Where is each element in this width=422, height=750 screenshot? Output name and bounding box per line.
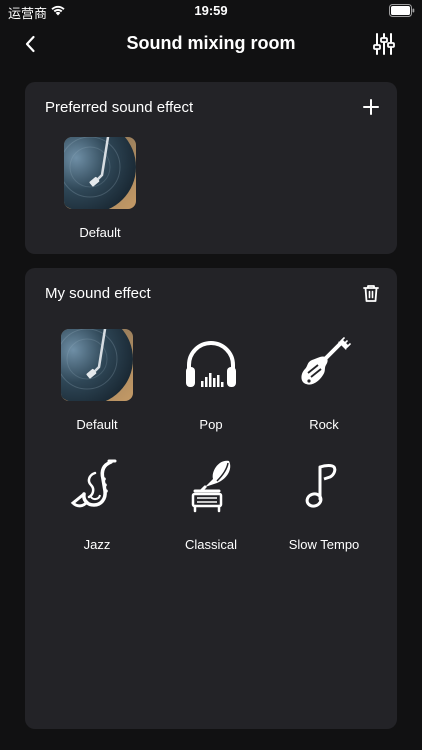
equalizer-sliders-icon [373,33,395,55]
my-sound-effect-card: My sound effect Default Pop Rock Jazz Cl… [25,268,397,729]
my-effect-classical[interactable]: Classical [156,449,266,559]
my-effect-rock[interactable]: Rock [269,329,379,439]
preferred-section-title: Preferred sound effect [45,99,194,116]
effect-label: Rock [309,417,339,432]
electric-guitar-icon [301,337,351,385]
effect-label: Default [79,225,121,240]
page-title: Sound mixing room [126,33,296,53]
effect-label: Slow Tempo [288,537,360,552]
status-bar: 运营商 19:59 [0,0,422,22]
preferred-sound-effect-card: Preferred sound effect Default [25,82,397,254]
music-note-icon [305,464,337,508]
effect-label: Default [76,417,118,432]
my-effect-pop[interactable]: Pop [156,329,266,439]
equalizer-settings-button[interactable] [368,30,400,58]
my-effect-slow-tempo[interactable]: Slow Tempo [269,449,379,559]
saxophone-icon [70,459,117,508]
gramophone-icon [191,460,231,513]
headphones-icon [186,341,236,387]
turntable-record-thumbnail [64,137,136,209]
effect-label: Classical [184,537,237,552]
my-effect-jazz[interactable]: Jazz [42,449,152,559]
trash-icon [363,285,379,302]
effect-label: Pop [199,417,223,432]
turntable-record-thumbnail [61,329,133,401]
nav-bar: Sound mixing room [0,22,422,66]
my-section-title: My sound effect [45,285,151,302]
clock-time: 19:59 [194,3,228,18]
preferred-effect-default[interactable]: Default [45,137,155,247]
effect-label: Jazz [83,537,111,552]
add-sound-effect-button[interactable] [359,95,383,119]
my-effect-default[interactable]: Default [42,329,152,439]
battery-icon [389,4,415,17]
plus-icon [363,99,379,115]
delete-sound-effect-button[interactable] [359,281,383,305]
